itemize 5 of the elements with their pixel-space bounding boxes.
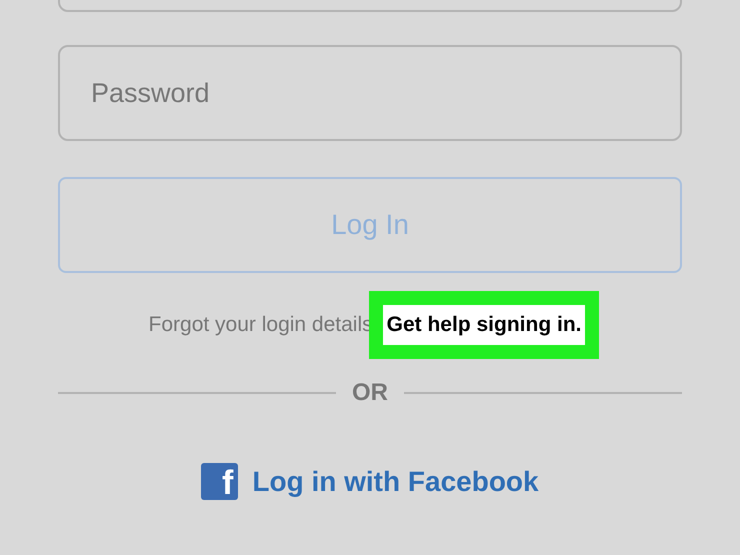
- help-link[interactable]: Get help signing in.: [368, 290, 600, 358]
- facebook-login-link[interactable]: Log in with Facebook: [252, 466, 539, 498]
- password-field[interactable]: Password: [58, 45, 682, 141]
- or-label: OR: [352, 379, 388, 407]
- facebook-icon[interactable]: f: [201, 463, 238, 500]
